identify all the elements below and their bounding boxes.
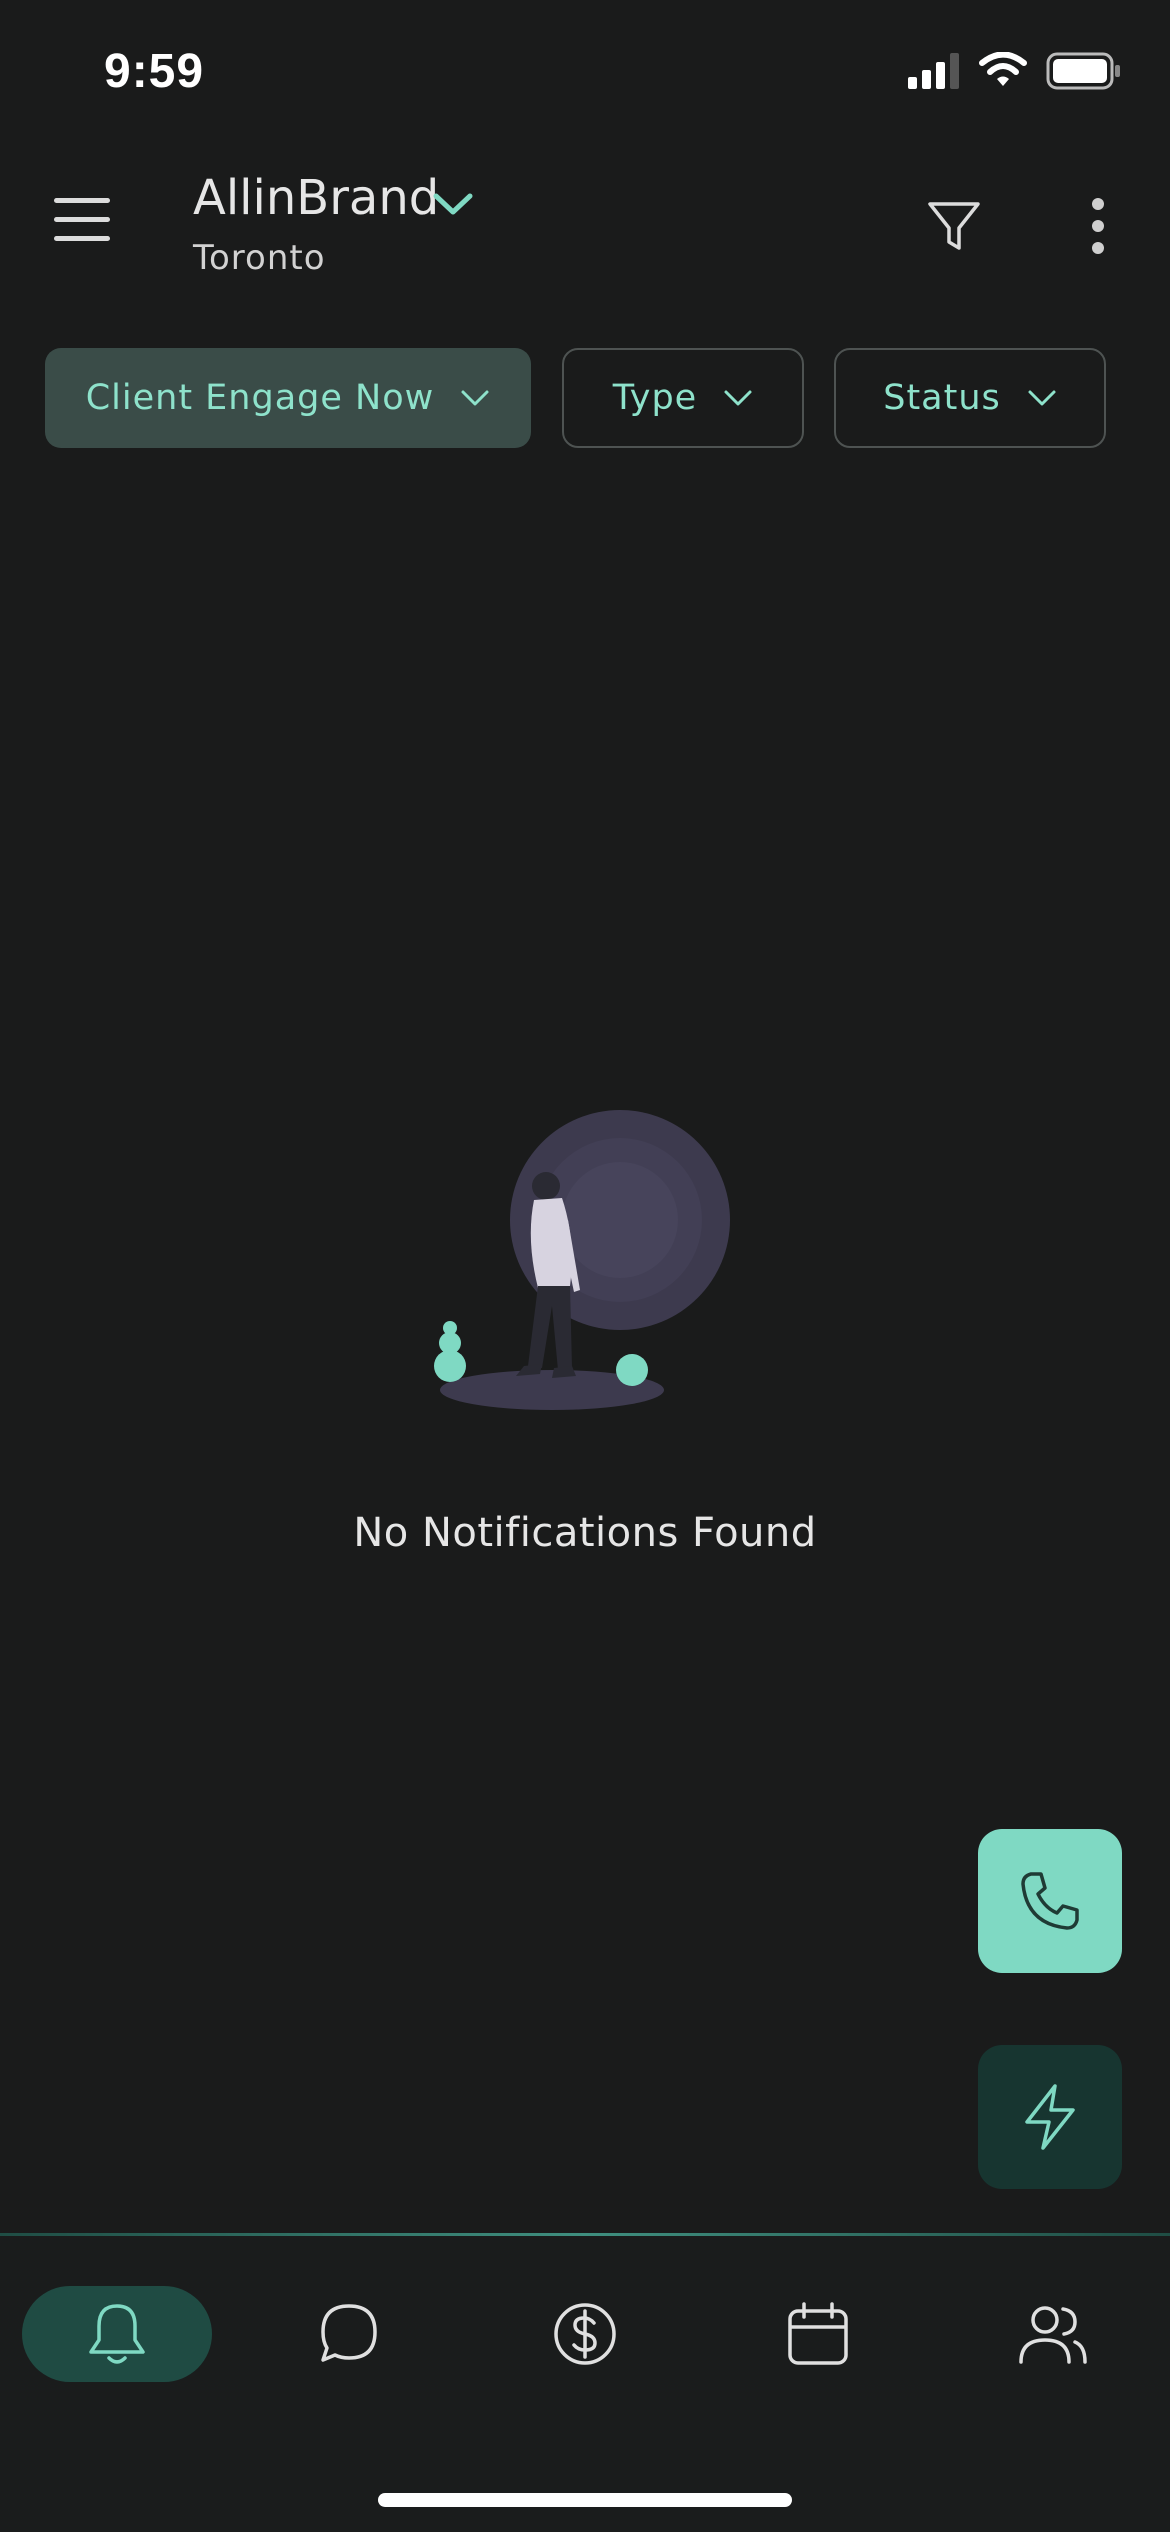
calendar-icon (788, 2302, 848, 2365)
nav-item-contacts[interactable] (958, 2286, 1148, 2382)
nav-item-messages[interactable] (254, 2286, 444, 2382)
menu-line (54, 217, 110, 222)
dollar-circle-icon (554, 2303, 616, 2365)
chevron-down-icon (724, 390, 752, 406)
chip-label: Status (883, 378, 1001, 418)
call-fab-button[interactable] (978, 1829, 1122, 1973)
filter-chip-status[interactable]: Status (834, 348, 1106, 448)
menu-line (54, 198, 110, 203)
phone-icon (1021, 1872, 1079, 1930)
location-label: Toronto (193, 238, 326, 278)
empty-state-illustration (434, 1110, 730, 1410)
battery-icon (1046, 52, 1120, 90)
bell-icon (89, 2304, 145, 2364)
status-icons (908, 52, 1122, 90)
status-time: 9:59 (104, 45, 205, 98)
chip-label: Type (612, 378, 698, 418)
chevron-down-icon (1028, 390, 1056, 406)
nav-item-payments[interactable] (490, 2286, 680, 2382)
chat-bubble-icon (321, 2304, 377, 2362)
wifi-icon (979, 52, 1027, 86)
home-indicator[interactable] (378, 2493, 792, 2507)
chevron-down-icon (461, 390, 489, 406)
brand-selector[interactable]: AllinBrand (193, 170, 439, 226)
filter-icon[interactable] (924, 196, 984, 256)
cellular-signal-icon (908, 53, 959, 89)
users-icon (1019, 2306, 1087, 2364)
filter-chip-client-engage[interactable]: Client Engage Now (45, 348, 531, 448)
chevron-down-icon[interactable] (432, 190, 474, 218)
menu-line (54, 236, 110, 241)
nav-item-notifications[interactable] (22, 2286, 212, 2382)
more-options-icon[interactable] (1080, 196, 1116, 256)
chip-label: Client Engage Now (85, 378, 435, 418)
nav-item-calendar[interactable] (723, 2286, 913, 2382)
empty-state-message: No Notifications Found (353, 1510, 817, 1556)
quick-action-fab-button[interactable] (978, 2045, 1122, 2189)
bottom-nav (0, 2236, 1170, 2532)
filter-chip-type[interactable]: Type (562, 348, 804, 448)
hamburger-menu-button[interactable] (54, 198, 114, 246)
lightning-icon (1025, 2084, 1075, 2150)
